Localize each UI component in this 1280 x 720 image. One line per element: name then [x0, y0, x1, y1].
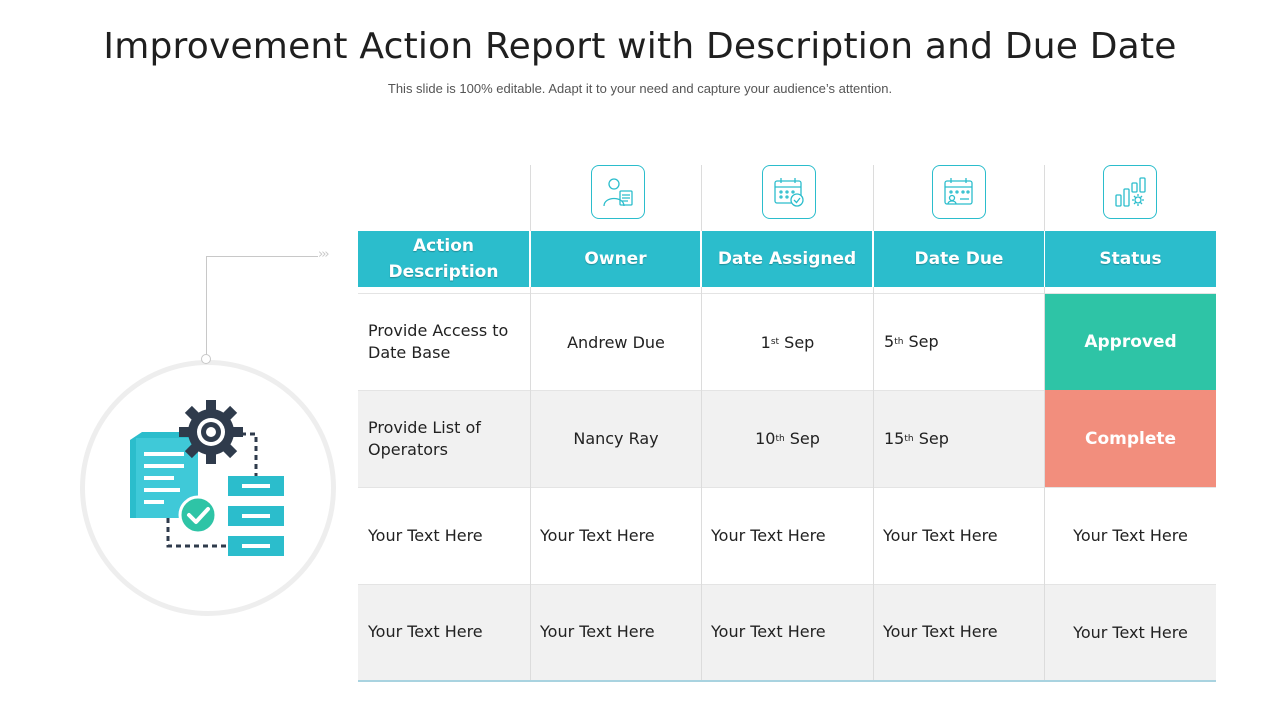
column-divider	[530, 165, 531, 231]
cell-date-due: 15th Sep	[884, 428, 949, 448]
cell-status: Your Text Here	[1073, 526, 1188, 545]
calendar-check-icon	[762, 165, 816, 219]
connector-dot	[201, 354, 211, 364]
cell-date-assigned: Your Text Here	[711, 525, 826, 545]
cell-action: Your Text Here	[368, 525, 483, 545]
cell-date-due: Your Text Here	[883, 622, 998, 641]
cell-owner: Your Text Here	[540, 622, 655, 641]
slide-subtitle: This slide is 100% editable. Adapt it to…	[387, 81, 893, 96]
connector-line	[206, 256, 207, 358]
cell-action: Provide Access to Date Base	[368, 321, 509, 362]
cell-date-assigned: 10th Sep	[755, 429, 820, 448]
connector-line-horizontal	[206, 256, 318, 257]
process-document-gear-icon	[130, 400, 284, 556]
chevrons-icon: ›››	[318, 247, 330, 262]
slide-title: Improvement Action Report with Descripti…	[103, 26, 1177, 67]
bar-chart-gear-icon	[1103, 165, 1157, 219]
table-bottom-border	[358, 680, 1216, 682]
cell-owner: Your Text Here	[540, 525, 655, 545]
column-divider	[873, 165, 874, 231]
cell-action: Your Text Here	[368, 622, 483, 641]
header-action-description: Action Description	[358, 231, 529, 287]
status-badge-approved: Approved	[1045, 294, 1216, 390]
header-status: Status	[1045, 231, 1216, 287]
header-date-due: Date Due	[874, 231, 1044, 287]
cell-date-assigned: Your Text Here	[711, 622, 826, 641]
cell-owner: Nancy Ray	[573, 429, 659, 448]
cell-date-assigned: 1st Sep	[760, 332, 815, 352]
header-date-assigned: Date Assigned	[702, 231, 872, 287]
header-owner: Owner	[531, 231, 700, 287]
column-divider	[701, 165, 702, 231]
owner-profile-icon	[591, 165, 645, 219]
cell-owner: Andrew Due	[567, 332, 665, 352]
cell-date-due: Your Text Here	[883, 525, 998, 545]
cell-status: Your Text Here	[1073, 622, 1188, 642]
calendar-user-icon	[932, 165, 986, 219]
cell-action: Provide List of Operators	[368, 417, 481, 459]
cell-date-due: 5th Sep	[884, 332, 939, 351]
status-badge-complete: Complete	[1045, 390, 1216, 487]
column-divider	[1044, 165, 1045, 231]
